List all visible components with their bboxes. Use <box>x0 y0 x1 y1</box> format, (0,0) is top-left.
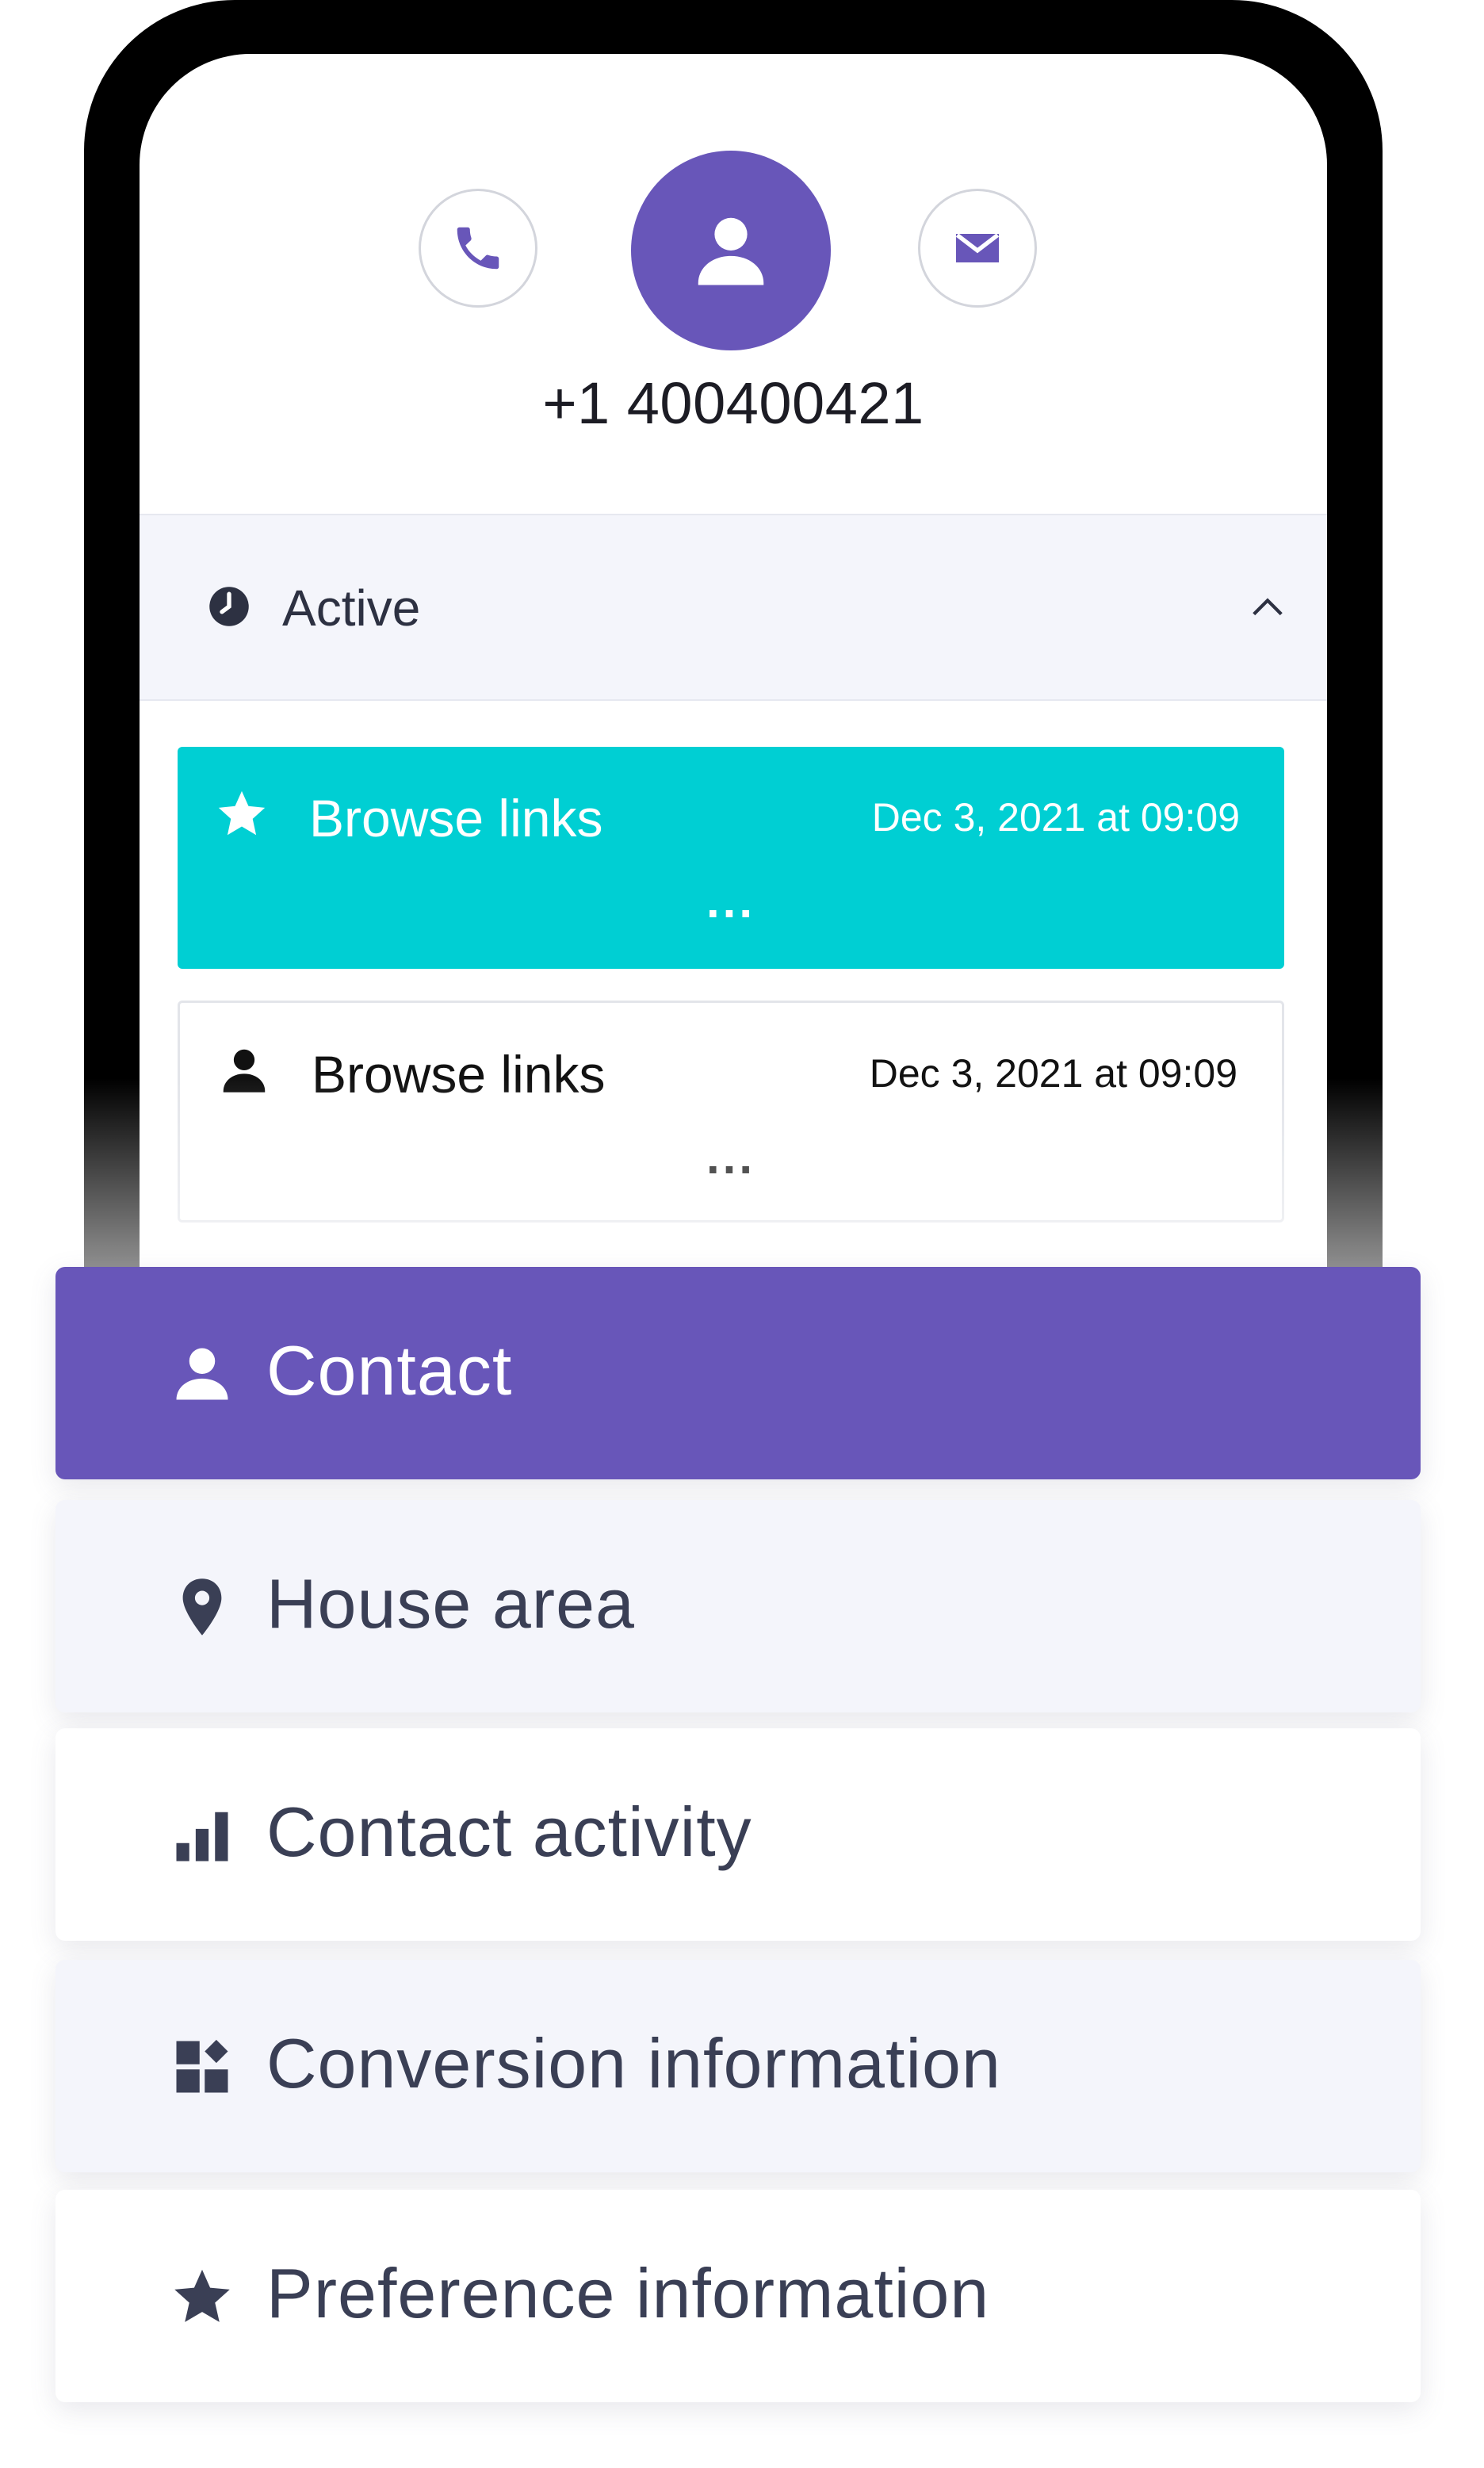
star-icon <box>218 790 266 836</box>
email-button[interactable] <box>918 189 1037 308</box>
menu-item-label: Contact <box>266 1331 513 1410</box>
map-pin-icon <box>182 1578 222 1636</box>
menu-item-preference-information[interactable]: Preference information <box>55 2190 1421 2402</box>
menu-item-label: House area <box>266 1564 635 1643</box>
activity-card[interactable]: Browse links Dec 3, 2021 at 09:09 ... <box>178 747 1284 969</box>
menu-item-contact-activity[interactable]: Contact activity <box>55 1728 1421 1941</box>
contact-header: +1 400400421 <box>140 54 1327 514</box>
menu-item-label: Conversion information <box>266 2024 1001 2103</box>
envelope-icon <box>955 233 1000 262</box>
activity-date: Dec 3, 2021 at 09:09 <box>871 795 1240 840</box>
call-button[interactable] <box>419 189 537 308</box>
status-label: Active <box>282 580 421 637</box>
activity-title: Browse links <box>309 789 603 848</box>
chevron-up-icon[interactable] <box>1249 588 1286 625</box>
phone-number: +1 400400421 <box>542 370 924 436</box>
status-section-header[interactable]: Active <box>140 514 1327 701</box>
menu-item-house-area[interactable]: House area <box>55 1500 1421 1712</box>
menu-item-label: Contact activity <box>266 1793 752 1871</box>
menu-item-contact[interactable]: Contact <box>55 1267 1421 1479</box>
phone-icon <box>457 227 499 270</box>
more-options-button[interactable]: ... <box>178 874 1284 928</box>
clock-icon <box>209 587 249 626</box>
menu-item-label: Preference information <box>266 2254 990 2332</box>
user-icon <box>176 1348 228 1400</box>
bar-chart-icon <box>176 1812 228 1862</box>
dashboard-icon <box>176 2039 228 2093</box>
star-icon <box>174 2269 230 2322</box>
contact-avatar-button[interactable] <box>631 151 831 350</box>
menu-item-conversion-information[interactable]: Conversion information <box>55 1960 1421 2172</box>
user-icon <box>698 217 764 285</box>
